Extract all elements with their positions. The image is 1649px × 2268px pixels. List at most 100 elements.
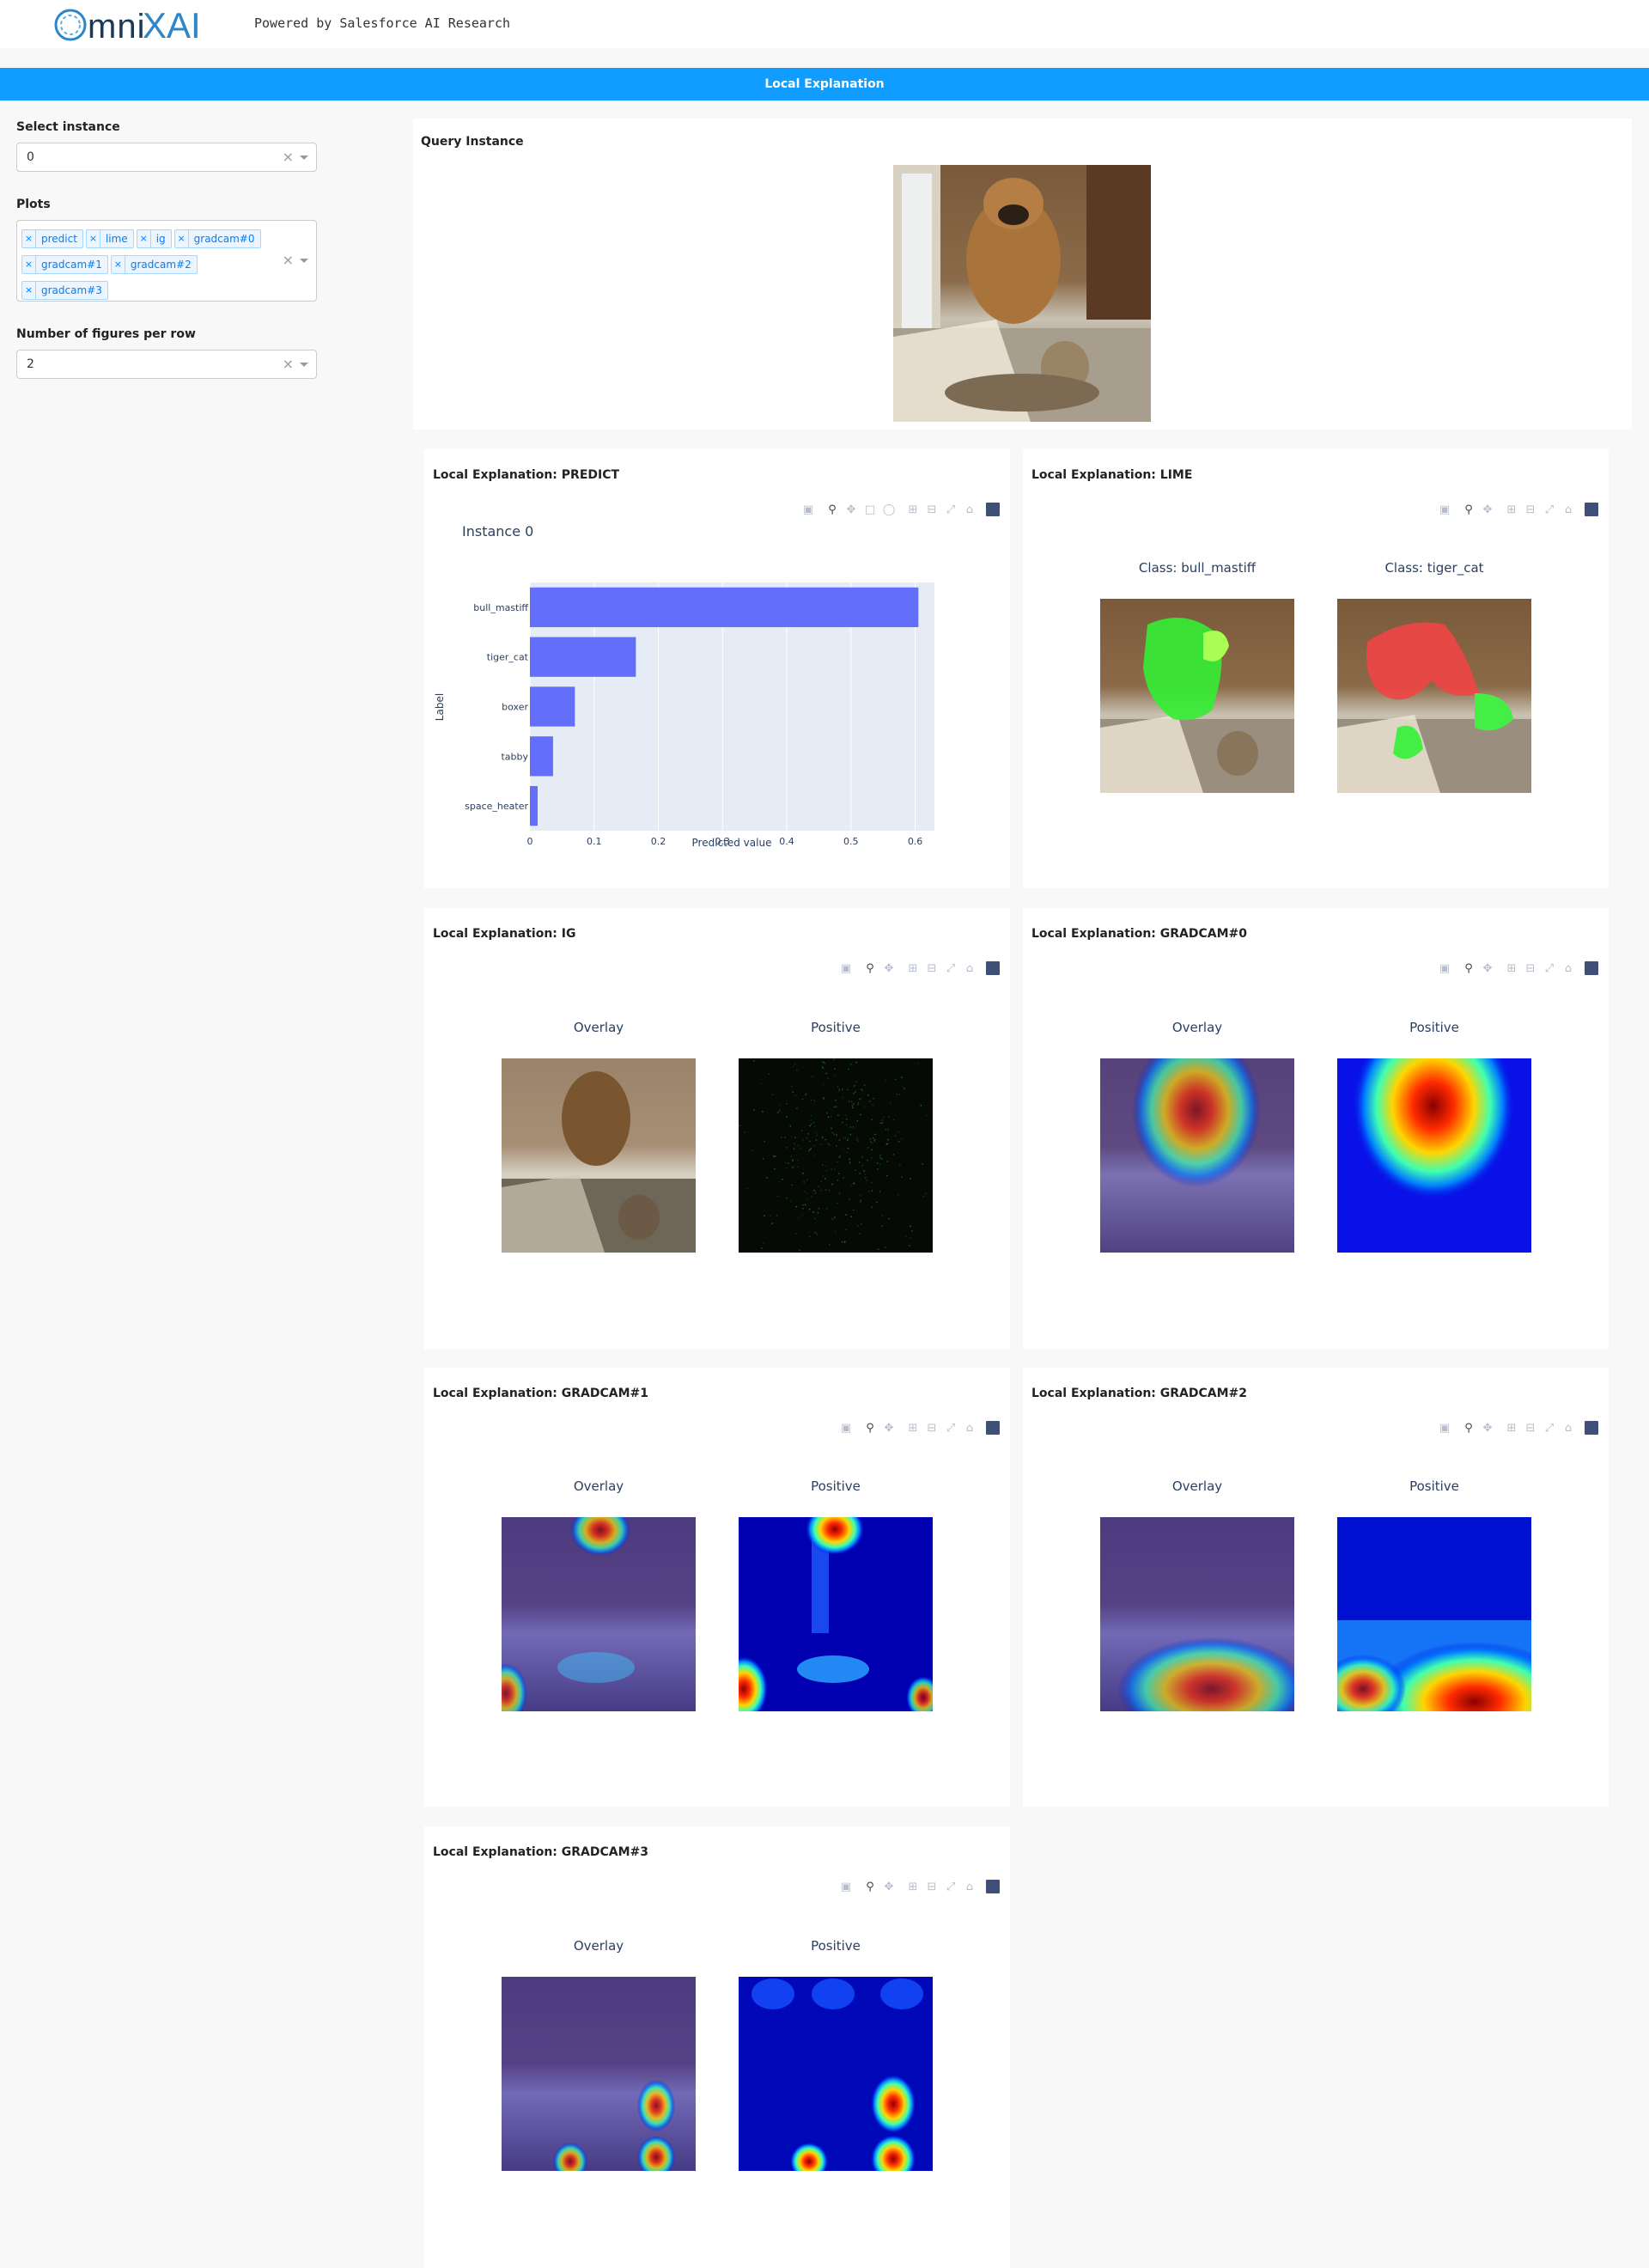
clear-icon[interactable]: × xyxy=(283,252,294,268)
reset-axes-icon[interactable]: ⌂ xyxy=(960,960,979,976)
zoom-in-icon[interactable]: ⊞ xyxy=(1502,1420,1521,1436)
remove-chip-icon[interactable]: × xyxy=(22,282,36,299)
plot-chip[interactable]: × lime xyxy=(85,229,134,248)
camera-icon[interactable]: ▣ xyxy=(1435,1420,1454,1436)
remove-chip-icon[interactable]: × xyxy=(175,230,189,247)
ig-attribution-pixel xyxy=(796,1107,798,1109)
zoom-in-icon[interactable]: ⊞ xyxy=(904,1879,922,1894)
camera-icon[interactable]: ▣ xyxy=(837,1420,855,1436)
clear-icon[interactable]: × xyxy=(283,143,294,171)
camera-icon[interactable]: ▣ xyxy=(1435,960,1454,976)
ig-attribution-pixel xyxy=(853,1182,855,1185)
clear-icon[interactable]: × xyxy=(283,351,294,378)
plotly-logo-icon[interactable] xyxy=(1585,1421,1598,1435)
card-title: Local Explanation: IG xyxy=(433,927,576,941)
ig-attribution-pixel xyxy=(860,1201,861,1203)
camera-icon[interactable]: ▣ xyxy=(1435,502,1454,517)
ig-attribution-pixel xyxy=(762,1157,764,1160)
plot-chip[interactable]: × gradcam#0 xyxy=(173,229,261,248)
zoom-icon[interactable]: ⚲ xyxy=(861,1420,879,1436)
autoscale-icon[interactable]: ⤢ xyxy=(1540,960,1559,976)
plot-chip[interactable]: × gradcam#3 xyxy=(21,281,108,300)
pan-icon[interactable]: ✥ xyxy=(1478,502,1497,517)
zoom-icon[interactable]: ⚲ xyxy=(861,1879,879,1894)
ig-attribution-pixel xyxy=(815,1139,818,1141)
reset-axes-icon[interactable]: ⌂ xyxy=(960,1420,979,1436)
bar-bull_mastiff[interactable] xyxy=(530,587,919,628)
zoom-in-icon[interactable]: ⊞ xyxy=(1502,502,1521,517)
gradcam3-card: Local Explanation: GRADCAM#3 ▣ ⚲ ✥ ⊞ ⊟ ⤢… xyxy=(424,1826,1010,2268)
ig-attribution-pixel xyxy=(779,1109,781,1112)
ig-attribution-pixel xyxy=(797,1144,799,1147)
plotly-logo-icon[interactable] xyxy=(1585,503,1598,516)
reset-axes-icon[interactable]: ⌂ xyxy=(1559,960,1578,976)
zoom-icon[interactable]: ⚲ xyxy=(1459,502,1478,517)
instance-select[interactable]: 0 × xyxy=(16,143,317,172)
pan-icon[interactable]: ✥ xyxy=(1478,1420,1497,1436)
zoom-in-icon[interactable]: ⊞ xyxy=(1502,960,1521,976)
zoom-out-icon[interactable]: ⊟ xyxy=(922,1420,941,1436)
plot-chip[interactable]: × predict xyxy=(21,229,83,248)
plot-chip[interactable]: × gradcam#2 xyxy=(110,255,198,274)
camera-icon[interactable]: ▣ xyxy=(837,1879,855,1894)
zoom-in-icon[interactable]: ⊞ xyxy=(904,960,922,976)
ig-attribution-pixel xyxy=(776,1215,778,1216)
camera-icon[interactable]: ▣ xyxy=(837,960,855,976)
zoom-icon[interactable]: ⚲ xyxy=(1459,1420,1478,1436)
autoscale-icon[interactable]: ⤢ xyxy=(941,1420,960,1436)
zoom-out-icon[interactable]: ⊟ xyxy=(922,1879,941,1894)
pan-icon[interactable]: ✥ xyxy=(879,1420,898,1436)
remove-chip-icon[interactable]: × xyxy=(22,256,36,273)
remove-chip-icon[interactable]: × xyxy=(22,230,36,247)
plotly-logo-icon[interactable] xyxy=(986,961,1000,975)
ig-attribution-pixel xyxy=(771,1222,773,1224)
ig-attribution-pixel xyxy=(808,1149,810,1152)
plot-chip[interactable]: × ig xyxy=(136,229,172,248)
autoscale-icon[interactable]: ⤢ xyxy=(941,960,960,976)
ig-attribution-pixel xyxy=(851,1105,854,1107)
plot-chip[interactable]: × gradcam#1 xyxy=(21,255,108,274)
reset-axes-icon[interactable]: ⌂ xyxy=(1559,502,1578,517)
reset-axes-icon[interactable]: ⌂ xyxy=(960,1879,979,1894)
plotly-logo-icon[interactable] xyxy=(986,1421,1000,1435)
plotly-logo-icon[interactable] xyxy=(1585,961,1598,975)
ig-attribution-pixel xyxy=(839,1155,842,1156)
zoom-out-icon[interactable]: ⊟ xyxy=(1521,502,1540,517)
remove-chip-icon[interactable]: × xyxy=(112,256,125,273)
autoscale-icon[interactable]: ⤢ xyxy=(941,1879,960,1894)
ig-attribution-pixel xyxy=(814,1192,817,1194)
bar-space_heater[interactable] xyxy=(530,785,538,826)
bar-tabby[interactable] xyxy=(530,736,553,777)
pan-icon[interactable]: ✥ xyxy=(1478,960,1497,976)
plots-multiselect[interactable]: × predict × lime × ig × gradcam#0 × gradcam#1 × gra… xyxy=(16,220,317,302)
ig-attribution-pixel xyxy=(834,1168,836,1170)
plotly-logo-icon[interactable] xyxy=(986,1880,1000,1893)
zoom-icon[interactable]: ⚲ xyxy=(1459,960,1478,976)
chevron-down-icon[interactable] xyxy=(300,363,308,367)
ig-attribution-pixel xyxy=(791,1136,793,1137)
panel-title: Overlay xyxy=(573,1938,624,1954)
remove-chip-icon[interactable]: × xyxy=(137,230,151,247)
ig-attribution-pixel xyxy=(849,1133,852,1136)
plot-modebar: ▣ ⚲ ✥ ⊞ ⊟ ⤢ ⌂ xyxy=(1435,960,1598,977)
chevron-down-icon[interactable] xyxy=(300,155,308,160)
bar-tiger_cat[interactable] xyxy=(530,637,636,677)
reset-axes-icon[interactable]: ⌂ xyxy=(1559,1420,1578,1436)
autoscale-icon[interactable]: ⤢ xyxy=(1540,502,1559,517)
zoom-out-icon[interactable]: ⊟ xyxy=(1521,1420,1540,1436)
ig-attribution-pixel xyxy=(842,1088,843,1090)
ig-attribution-pixel xyxy=(887,1130,889,1131)
pan-icon[interactable]: ✥ xyxy=(879,960,898,976)
ig-attribution-pixel xyxy=(760,1082,763,1085)
zoom-in-icon[interactable]: ⊞ xyxy=(904,1420,922,1436)
zoom-out-icon[interactable]: ⊟ xyxy=(1521,960,1540,976)
zoom-out-icon[interactable]: ⊟ xyxy=(922,960,941,976)
ig-attribution-pixel xyxy=(849,1158,851,1161)
figures-per-row-select[interactable]: 2 × xyxy=(16,350,317,379)
chevron-down-icon[interactable] xyxy=(300,259,308,263)
zoom-icon[interactable]: ⚲ xyxy=(861,960,879,976)
autoscale-icon[interactable]: ⤢ xyxy=(1540,1420,1559,1436)
remove-chip-icon[interactable]: × xyxy=(87,230,100,247)
pan-icon[interactable]: ✥ xyxy=(879,1879,898,1894)
bar-boxer[interactable] xyxy=(530,686,575,727)
